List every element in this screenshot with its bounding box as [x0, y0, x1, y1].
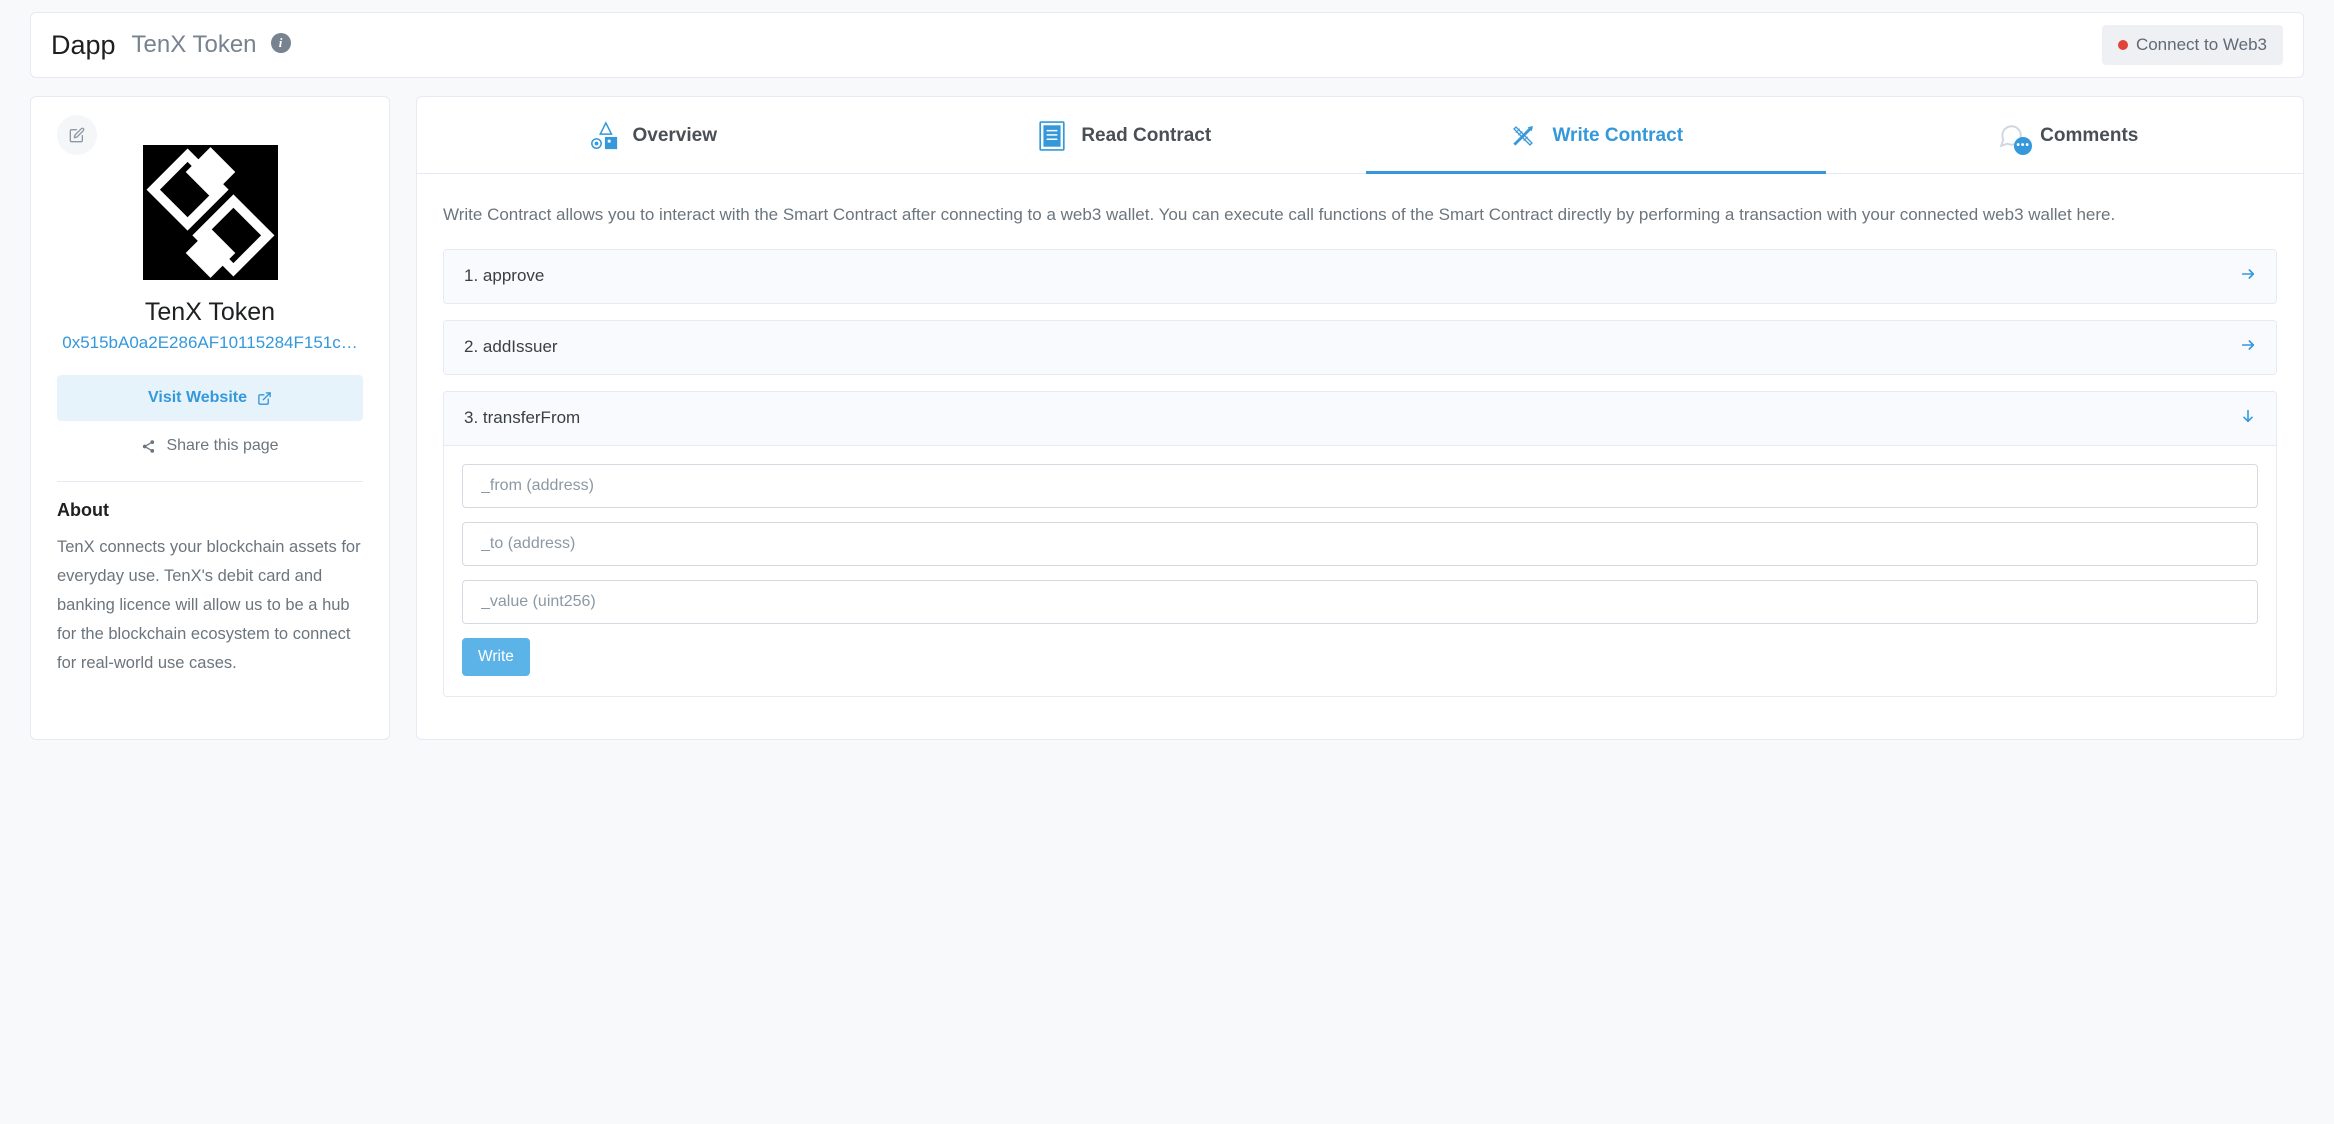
- main-panel: Overview Read Contract: [416, 96, 2304, 740]
- pencil-icon: [69, 127, 85, 143]
- external-link-icon: [257, 391, 272, 406]
- tab-bar: Overview Read Contract: [417, 97, 2303, 174]
- connect-web3-button[interactable]: Connect to Web3: [2102, 25, 2283, 65]
- tab-overview-label: Overview: [633, 125, 718, 147]
- token-address-link[interactable]: 0x515bA0a2E286AF10115284F151c…: [57, 333, 363, 353]
- comments-icon: •••: [1996, 121, 2026, 151]
- about-heading: About: [57, 500, 363, 521]
- function-name: addIssuer: [483, 337, 558, 356]
- header-title-group: Dapp TenX Token i: [51, 30, 291, 61]
- arrow-down-icon: [2240, 408, 2256, 429]
- function-header-approve[interactable]: 1. approve: [444, 250, 2276, 303]
- page-title: Dapp: [51, 30, 116, 61]
- write-button[interactable]: Write: [462, 638, 530, 676]
- share-page-button[interactable]: Share this page: [57, 437, 363, 455]
- visit-website-button[interactable]: Visit Website: [57, 375, 363, 421]
- arrow-right-icon: [2240, 337, 2256, 358]
- tab-read-label: Read Contract: [1081, 125, 1211, 147]
- document-icon: [1037, 121, 1067, 151]
- info-icon[interactable]: i: [271, 33, 291, 53]
- page-subtitle: TenX Token: [132, 31, 257, 59]
- tab-overview[interactable]: Overview: [417, 97, 889, 173]
- function-index: 1.: [464, 266, 478, 285]
- input-to-address[interactable]: [462, 522, 2258, 566]
- share-icon: [141, 439, 156, 454]
- function-name: approve: [483, 266, 544, 285]
- function-item-addissuer: 2. addIssuer: [443, 320, 2277, 375]
- visit-website-label: Visit Website: [148, 389, 247, 407]
- function-item-transferfrom: 3. transferFrom Write: [443, 391, 2277, 697]
- token-name: TenX Token: [57, 298, 363, 327]
- tools-icon: [1508, 121, 1538, 151]
- tab-comments[interactable]: ••• Comments: [1832, 97, 2304, 173]
- tab-write-label: Write Contract: [1552, 125, 1683, 147]
- input-value-uint256[interactable]: [462, 580, 2258, 624]
- function-item-approve: 1. approve: [443, 249, 2277, 304]
- share-page-label: Share this page: [166, 437, 278, 455]
- token-logo: [143, 145, 278, 280]
- status-dot-icon: [2118, 40, 2128, 50]
- overview-icon: [589, 121, 619, 151]
- write-contract-description: Write Contract allows you to interact wi…: [443, 200, 2277, 231]
- input-from-address[interactable]: [462, 464, 2258, 508]
- connect-web3-label: Connect to Web3: [2136, 35, 2267, 55]
- function-header-transferfrom[interactable]: 3. transferFrom: [444, 392, 2276, 445]
- tab-comments-label: Comments: [2040, 125, 2138, 147]
- function-header-addissuer[interactable]: 2. addIssuer: [444, 321, 2276, 374]
- tab-read-contract[interactable]: Read Contract: [889, 97, 1361, 173]
- sidebar: TenX Token 0x515bA0a2E286AF10115284F151c…: [30, 96, 390, 740]
- function-body-transferfrom: Write: [444, 445, 2276, 696]
- function-index: 3.: [464, 408, 478, 427]
- function-index: 2.: [464, 337, 478, 356]
- page-header: Dapp TenX Token i Connect to Web3: [30, 12, 2304, 78]
- arrow-right-icon: [2240, 266, 2256, 287]
- divider: [57, 481, 363, 482]
- function-name: transferFrom: [483, 408, 580, 427]
- tab-write-contract[interactable]: Write Contract: [1360, 97, 1832, 173]
- about-text: TenX connects your blockchain assets for…: [57, 533, 363, 677]
